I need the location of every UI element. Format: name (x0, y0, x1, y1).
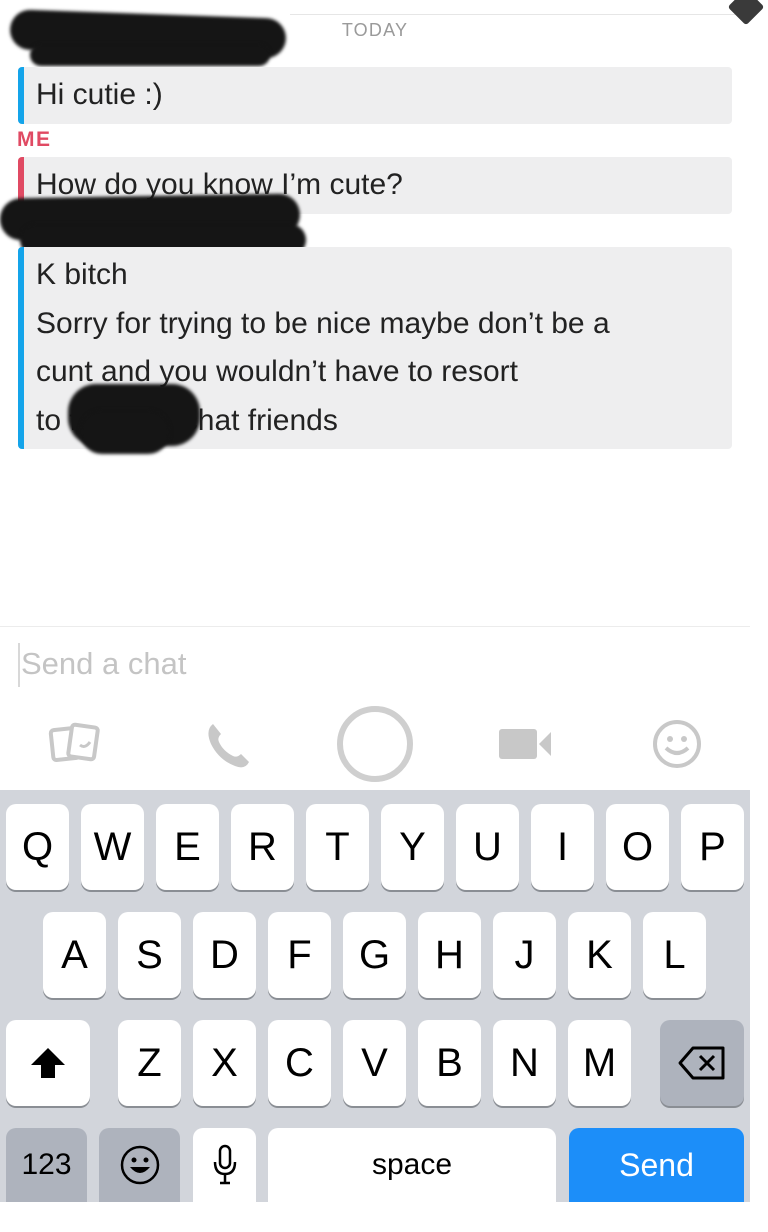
voice-call-button[interactable] (196, 704, 258, 784)
emoji-face-icon (120, 1145, 159, 1185)
memories-icon (48, 722, 100, 762)
key-c[interactable]: C (268, 1020, 331, 1106)
header-divider (290, 14, 750, 15)
message-text: Hi cutie :) (36, 78, 163, 111)
message-bubble: Hi cutie :) (18, 67, 732, 124)
stickers-button[interactable] (646, 704, 708, 784)
compose-bar[interactable] (18, 640, 738, 688)
key-m[interactable]: M (568, 1020, 631, 1106)
backspace-icon (678, 1046, 725, 1080)
message-text: Sorry for trying to be nice maybe don’t … (36, 306, 610, 340)
chat-input[interactable] (21, 640, 721, 688)
key-p[interactable]: P (681, 804, 744, 890)
me-label: ME (17, 128, 52, 151)
send-button[interactable]: Send (569, 1128, 744, 1202)
camera-capture-button[interactable] (334, 704, 416, 784)
key-o[interactable]: O (606, 804, 669, 890)
key-l[interactable]: L (643, 912, 706, 998)
microphone-icon (213, 1144, 236, 1185)
key-b[interactable]: B (418, 1020, 481, 1106)
key-z[interactable]: Z (118, 1020, 181, 1106)
key-q[interactable]: Q (6, 804, 69, 890)
backspace-key[interactable] (660, 1020, 744, 1106)
key-x[interactable]: X (193, 1020, 256, 1106)
chat-action-bar (0, 704, 768, 784)
emoji-icon (653, 720, 701, 768)
phone-icon (208, 724, 249, 768)
key-n[interactable]: N (493, 1020, 556, 1106)
compose-divider (0, 626, 750, 627)
video-call-button[interactable] (494, 704, 556, 784)
key-d[interactable]: D (193, 912, 256, 998)
key-s[interactable]: S (118, 912, 181, 998)
text-cursor (18, 643, 20, 687)
key-w[interactable]: W (81, 804, 144, 890)
redaction-mark (30, 44, 270, 66)
key-y[interactable]: Y (381, 804, 444, 890)
chat-area: TODAY Hi cutie :) ME How do you know I’m… (0, 0, 768, 628)
key-i[interactable]: I (531, 804, 594, 890)
corner-indicator (727, 0, 765, 26)
emoji-keyboard-key[interactable] (99, 1128, 180, 1202)
video-camera-icon (499, 729, 551, 759)
date-label: TODAY (341, 20, 409, 40)
redaction-mark (80, 410, 170, 454)
space-key[interactable]: space (268, 1128, 556, 1202)
dictation-key[interactable] (193, 1128, 256, 1202)
key-v[interactable]: V (343, 1020, 406, 1106)
key-u[interactable]: U (456, 804, 519, 890)
key-f[interactable]: F (268, 912, 331, 998)
key-k[interactable]: K (568, 912, 631, 998)
shift-key[interactable] (6, 1020, 90, 1106)
key-a[interactable]: A (43, 912, 106, 998)
key-g[interactable]: G (343, 912, 406, 998)
key-r[interactable]: R (231, 804, 294, 890)
message-text: K bitch (36, 258, 128, 291)
key-e[interactable]: E (156, 804, 219, 890)
keyboard: Q W E R T Y U I O P A S D F G H J K L Z … (0, 790, 750, 1202)
shift-arrow-icon (31, 1048, 65, 1078)
numbers-key[interactable]: 123 (6, 1128, 87, 1202)
capture-ring-icon (337, 706, 413, 782)
key-h[interactable]: H (418, 912, 481, 998)
key-j[interactable]: J (493, 912, 556, 998)
memories-button[interactable] (44, 704, 106, 784)
key-t[interactable]: T (306, 804, 369, 890)
